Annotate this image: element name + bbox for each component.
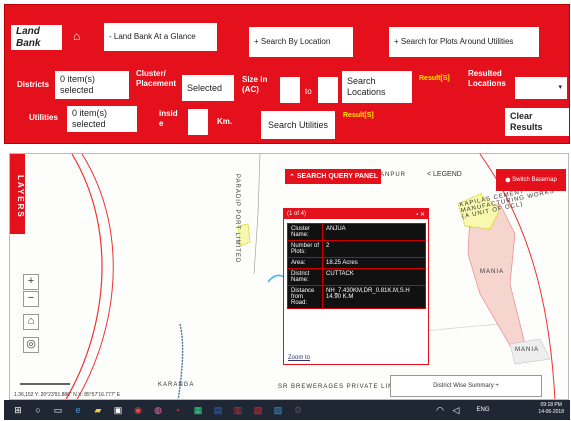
glance-button[interactable]: - Land Bank At a Glance [104,23,217,51]
search-toolbar: Land Bank ⌂ - Land Bank At a Glance + Se… [4,4,570,144]
result-count-utilities: Result[S] [343,112,374,119]
search-icon[interactable]: ○ [32,404,44,416]
districts-label: Districts [17,80,50,89]
zoom-out-button[interactable]: − [23,291,39,307]
popup-title: (1 of 4) [287,211,307,217]
size-to-input[interactable] [318,77,338,103]
cluster-label: Cluster/ Placement [136,69,177,88]
popup-field-value: 2 [322,240,426,258]
windows-taskbar: ⊞ ○ ▭ e ▰ ▣ ◉ ◍ ▪ ▦ ▤ ▥ ▧ ▨ ⚙ ◠ ◁ ENG 09… [4,400,570,420]
cluster-select[interactable]: Selected [182,75,234,101]
search-query-panel-button[interactable]: ⌃ SEARCH QUERY PANEL [285,169,381,184]
close-icon[interactable]: ✕ [420,212,425,218]
search-query-panel-label: SEARCH QUERY PANEL [296,173,378,180]
acrobat-icon[interactable]: ▧ [252,404,264,416]
map-label-mania: MANIA [480,269,505,275]
search-by-location-button[interactable]: + Search By Location [249,27,353,57]
home-extent-icon[interactable]: ⌂ [23,314,39,330]
task-view-icon[interactable]: ▭ [52,404,64,416]
switch-basemap-label: Switch Basemap [512,177,557,183]
result-count-locations: Result[S] [419,75,450,82]
volume-icon[interactable]: ◁ [450,404,462,416]
popup-header: (1 of 4) ▪ ✕ [284,209,428,219]
edge-icon[interactable]: e [72,404,84,416]
popup-row: Area: 18.25 Acres [287,257,426,269]
km-label: Km. [217,117,233,126]
zoom-in-button[interactable]: + [23,274,39,290]
file-explorer-icon[interactable]: ▰ [92,404,104,416]
size-label: Size in (AC) [242,75,268,94]
popup-row: Number of Plots: 2 [287,240,426,258]
maximize-icon[interactable]: ▪ [416,212,418,218]
feature-popup: (1 of 4) ▪ ✕ Cluster Name: ANJUA Number of… [283,208,429,365]
layers-tab[interactable]: LAYERS [10,154,25,234]
switch-basemap-button[interactable]: ⬢ Switch Basemap [496,169,566,191]
map-label-pradhan: PARADIP PORT LIMITED [234,174,240,264]
zoom-to-link[interactable]: Zoom to [288,355,310,361]
word-icon[interactable]: ▤ [212,404,224,416]
map-view[interactable]: LAYERS + − ⌂ ◎ PARADIP PORT LIMITED ANPU… [9,153,569,400]
inside-label: insid e [159,109,178,128]
chrome-icon[interactable]: ◍ [152,404,164,416]
popup-row: Distance from Road: NH_7.430KM,DR_0.81K.M… [287,285,426,309]
popup-field-value: ANJUA [322,223,426,241]
legend-toggle[interactable]: < LEGEND [427,171,462,178]
home-icon[interactable]: ⌂ [73,29,80,44]
to-label: to [305,87,312,96]
popup-row: District Name: CUTTACK [287,268,426,286]
popup-field-label: District Name: [287,268,323,286]
resulted-locations-select[interactable]: ▾ [515,77,567,99]
coordinate-readout: 1.36,152 Y: 20°23'91.886" N X: 85°57'16.… [14,392,121,398]
utilities-label: Utilities [29,113,58,122]
utilities-select[interactable]: 0 item(s) selected [67,106,137,132]
powerpoint-icon[interactable]: ▥ [232,404,244,416]
chevron-up-icon: ⌃ [289,173,297,181]
clock-date: 14-06-2018 [538,409,564,415]
clock-time: 09:18 PM [540,402,562,408]
chevron-down-icon: ▾ [558,83,562,91]
popup-row: Cluster Name: ANJUA [287,223,426,241]
app-icon[interactable]: ◉ [132,404,144,416]
map-label-karanga: KARANGA [158,382,195,388]
popup-field-label: Distance from Road: [287,285,323,309]
windows-start-icon[interactable]: ⊞ [12,404,24,416]
search-utilities-button[interactable]: Search Utilities [261,111,335,139]
wifi-icon[interactable]: ◠ [434,404,446,416]
districts-select[interactable]: 0 item(s) selected [55,71,129,99]
map-label-mania-2: MANIA [515,347,540,353]
store-icon[interactable]: ▣ [112,404,124,416]
basemap-icon: ⬢ [505,177,513,184]
clear-results-button[interactable]: Clear Results [505,108,569,136]
size-from-input[interactable] [280,77,300,103]
photos-icon[interactable]: ▨ [272,404,284,416]
popup-field-label: Area: [287,257,323,269]
search-plots-around-utilities-button[interactable]: + Search for Plots Around Utilities [389,27,539,57]
locate-icon[interactable]: ◎ [23,337,39,353]
popup-field-value: 18.25 Acres [322,257,426,269]
km-input[interactable] [188,109,208,135]
popup-field-label: Cluster Name: [287,223,323,241]
app-red-icon[interactable]: ▪ [172,404,184,416]
settings-icon[interactable]: ⚙ [292,404,304,416]
search-locations-button[interactable]: Search Locations [342,71,412,103]
language-indicator[interactable]: ENG [474,404,492,416]
land-bank-logo: Land Bank [11,25,62,50]
popup-field-label: Number of Plots: [287,240,323,258]
system-clock[interactable]: 09:18 PM 14-06-2018 [538,402,564,416]
map-label-anpur: ANPUR [380,172,407,178]
resulted-locations-label: Resulted Locations [468,69,506,88]
excel-icon[interactable]: ▦ [192,404,204,416]
popup-field-value: CUTTACK [322,268,426,286]
popup-attribute-table: Cluster Name: ANJUA Number of Plots: 2 Area:… [287,223,426,309]
popup-field-value: NH_7.430KM,DR_0.81K.M,S.H 14.90 K.M [322,285,426,309]
district-wise-summary-button[interactable]: District Wise Summary + [390,375,542,397]
